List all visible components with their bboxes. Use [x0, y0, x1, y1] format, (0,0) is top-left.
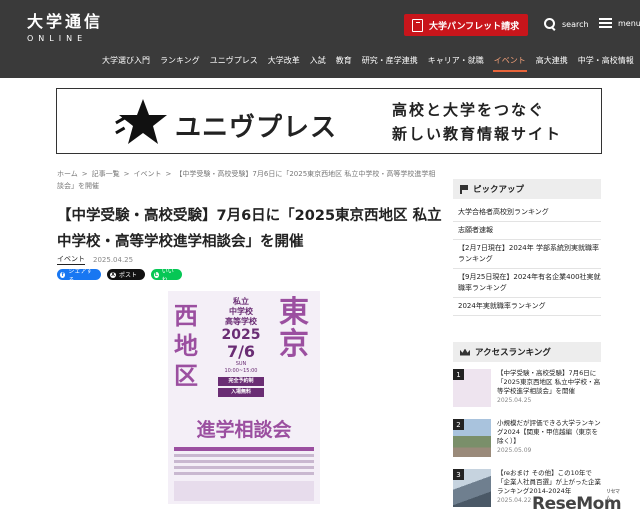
pickup-item[interactable]: 【2月7日現在】2024年 学部系統別実就職率ランキング — [453, 240, 601, 269]
search-label: search — [562, 19, 589, 29]
line-icon: L — [154, 271, 159, 278]
poster-reserve: 完全予約制 — [218, 377, 264, 386]
univpress-banner[interactable]: ユニヴプレス 高校と大学をつなぐ 新しい教育情報サイト — [56, 88, 602, 154]
nav-item[interactable]: ランキング — [155, 52, 205, 70]
pickup-list: 大学合格者高校別ランキング 志願者速報 【2月7日現在】2024年 学部系統別実… — [453, 204, 601, 316]
breadcrumb: ホーム > 記事一覧 > イベント > 【中学受験・高校受験】7月6日に「2025東京西地区… — [57, 170, 436, 190]
nav-item[interactable]: 入試 — [305, 52, 331, 70]
nav-item[interactable]: 大学改革 — [263, 52, 305, 70]
poster-detail-lines — [174, 447, 314, 478]
event-poster-image: 西地区 東京 私立 中学校 高等学校 2025 7/6 SUN 10:00~15… — [168, 291, 320, 504]
breadcrumb-event[interactable]: イベント — [134, 170, 162, 178]
facebook-share-button[interactable]: f シェアする — [57, 268, 101, 284]
ranking-number: 2 — [453, 419, 464, 430]
ranking-title: 【reおまけ その他】この10年で「企業人社員百選」が上がった企業ランキング20… — [497, 469, 601, 495]
poster-date: 7/6 — [226, 342, 256, 361]
facebook-icon: f — [60, 271, 66, 278]
line-label: いいね — [161, 267, 174, 284]
poster-school-1: 私立 — [233, 297, 249, 306]
pamphlet-label: 大学パンフレット請求 — [429, 21, 520, 32]
ranking-item[interactable]: 1 【中学受験・高校受験】7月6日に「2025東京西地区 私立中学校・高等学校進… — [453, 366, 601, 416]
logo-sub-text: ONLINE — [27, 34, 88, 43]
ranking-title: 【中学受験・高校受験】7月6日に「2025東京西地区 私立中学校・高等学校進学相… — [497, 369, 601, 395]
nav-item[interactable]: 教育 — [331, 52, 357, 70]
pickup-item[interactable]: 志願者速報 — [453, 222, 601, 240]
poster-left-text: 西地区 — [174, 302, 198, 390]
line-like-button[interactable]: L いいね — [151, 268, 182, 284]
article-title: 【中学受験・高校受験】7月6日に「2025東京西地区 私立中学校・高等学校進学相… — [57, 208, 442, 250]
ranking-thumbnail: 3 — [453, 469, 491, 507]
poster-school-2: 中学校 — [229, 307, 253, 316]
ranking-thumbnail: 1 — [453, 369, 491, 407]
nav-item[interactable]: ユニヴプレス — [205, 52, 263, 70]
poster-weekday: SUN — [235, 361, 247, 367]
site-logo[interactable]: 大学通信 ONLINE — [27, 12, 103, 43]
poster-free: 入場無料 — [218, 388, 264, 397]
nav-item[interactable]: キャリア・就職 — [423, 52, 489, 70]
pickup-item[interactable]: 【9月25日現在】2024年有名企業400社実就職率ランキング — [453, 269, 601, 298]
pamphlet-request-button[interactable]: 大学パンフレット請求 — [404, 14, 528, 36]
ranking-thumbnail: 2 — [453, 419, 491, 457]
resemom-watermark: ReseMom リセマム — [532, 489, 622, 514]
ranking-date: 2025.05.09 — [497, 447, 532, 454]
banner-tagline-1: 高校と大学をつなぐ — [392, 101, 546, 119]
nav-item[interactable]: 大学選び入門 — [97, 52, 155, 70]
ranking-number: 1 — [453, 369, 464, 380]
ranking-heading: アクセスランキング — [453, 342, 601, 362]
pickup-item[interactable]: 大学合格者高校別ランキング — [453, 204, 601, 222]
nav-item-active[interactable]: イベント — [489, 52, 531, 72]
x-post-button[interactable]: X ポスト — [107, 269, 145, 280]
article-category-link[interactable]: イベント — [57, 254, 85, 265]
banner-tagline-2: 新しい教育情報サイト — [392, 125, 563, 143]
poster-school-3: 高等学校 — [225, 317, 257, 326]
x-icon: X — [110, 271, 116, 278]
book-icon — [412, 18, 423, 32]
poster-center: 私立 中学校 高等学校 2025 7/6 SUN 10:00~15:00 完全予… — [210, 297, 272, 397]
search-button[interactable]: search — [544, 18, 589, 30]
ranking-title: 小規模だが評価できる大学ランキング2024【関東・甲信越編（東京を除く）】 — [497, 419, 601, 445]
pickup-heading: ピックアップ — [453, 179, 601, 199]
x-label: ポスト — [119, 272, 138, 279]
share-buttons: f シェアする X ポスト L いいね — [57, 268, 182, 284]
logo-main-text: 大学通信 — [27, 12, 104, 31]
flag-icon — [460, 184, 468, 194]
ranking-item[interactable]: 2 小規模だが評価できる大学ランキング2024【関東・甲信越編（東京を除く）】 … — [453, 416, 601, 466]
breadcrumb-articles[interactable]: 記事一覧 — [92, 170, 120, 178]
ranking-number: 3 — [453, 469, 464, 480]
nav-item[interactable]: 研究・産学連携 — [357, 52, 423, 70]
site-header: 大学通信 ONLINE 大学パンフレット請求 search menu 大学選び入… — [0, 0, 640, 78]
facebook-label: シェアする — [68, 267, 93, 284]
menu-button[interactable]: menu — [599, 18, 640, 28]
poster-right-text: 東京 — [279, 295, 309, 362]
poster-year: 2025 — [221, 327, 261, 343]
article-date: 2025.04.25 — [93, 255, 134, 264]
breadcrumb-home[interactable]: ホーム — [57, 170, 78, 178]
star-icon — [115, 99, 167, 144]
search-icon — [544, 18, 556, 30]
ranking-heading-text: アクセスランキング — [475, 348, 551, 358]
banner-brand: ユニヴプレス — [175, 113, 338, 143]
ranking-date: 2025.04.25 — [497, 397, 532, 404]
crown-icon — [460, 348, 470, 356]
poster-footer — [174, 481, 314, 501]
poster-time: 10:00~15:00 — [224, 368, 258, 374]
nav-item[interactable]: 高大連携 — [531, 52, 573, 70]
nav-item[interactable]: 中学・高校情報 — [573, 52, 639, 70]
hamburger-icon — [599, 18, 612, 28]
article-meta: イベント 2025.04.25 — [57, 254, 133, 265]
menu-label: menu — [618, 18, 640, 28]
watermark-small: リセマム — [606, 489, 620, 502]
pickup-heading-text: ピックアップ — [473, 185, 525, 195]
pickup-item[interactable]: 2024年実就職率ランキング — [453, 298, 601, 316]
main-nav: 大学選び入門 ランキング ユニヴプレス 大学改革 入試 教育 研究・産学連携 キ… — [97, 52, 640, 72]
poster-bottom-text: 進学相談会 — [196, 419, 292, 441]
